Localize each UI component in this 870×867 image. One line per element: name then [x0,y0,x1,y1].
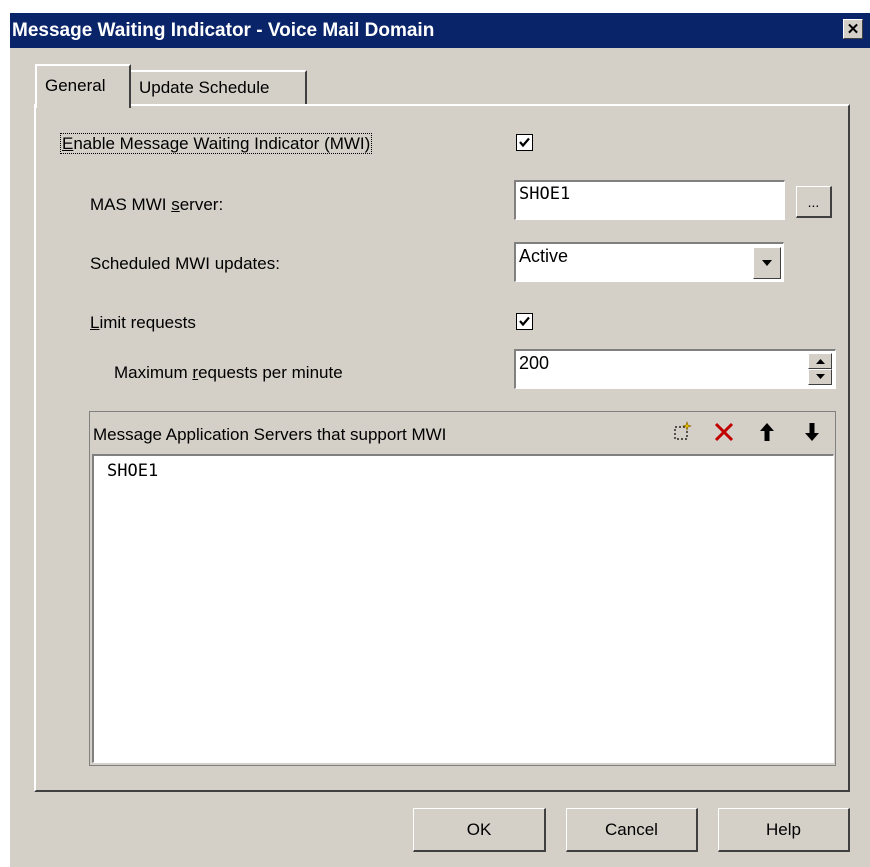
limit-requests-label: Limit requests [90,313,196,332]
move-down-icon[interactable] [802,421,822,443]
chevron-down-icon [762,260,772,266]
stepper-down-button[interactable] [808,369,832,385]
tab-update-schedule-label: Update Schedule [139,78,270,97]
scheduled-updates-value: Active [519,246,569,266]
enable-mwi-checkbox[interactable] [516,134,533,151]
checkmark-icon [519,316,530,327]
max-requests-stepper[interactable]: 200 [514,349,836,389]
ok-label: OK [466,819,492,839]
new-icon[interactable] [672,420,694,442]
cancel-label: Cancel [605,819,658,839]
delete-icon[interactable] [713,421,735,443]
up-arrow-icon [815,359,825,364]
move-up-icon[interactable] [757,421,777,443]
list-item[interactable]: SHOE1 [107,461,158,481]
scheduled-updates-label: Scheduled MWI updates: [90,254,280,273]
ok-button[interactable]: OK [413,808,546,852]
tab-general-label: General [45,76,106,95]
stepper-up-button[interactable] [808,353,832,369]
enable-mwi-label: Enable Message Waiting Indicator (MWI) [60,133,373,154]
limit-requests-checkbox[interactable] [516,313,533,330]
help-button[interactable]: Help [718,808,850,852]
close-button[interactable]: ✕ [843,19,863,39]
servers-list-header: Message Application Servers that support… [93,425,447,444]
checkmark-icon [519,137,530,148]
max-requests-value: 200 [519,353,550,373]
close-icon: ✕ [846,20,860,38]
tab-general[interactable]: General [35,64,131,108]
servers-list[interactable] [92,454,834,763]
mas-server-label: MAS MWI server: [90,195,224,214]
browse-label: ... [807,193,820,210]
help-label: Help [766,819,801,839]
window-title: Message Waiting Indicator - Voice Mail D… [12,20,435,41]
browse-server-button[interactable]: ... [796,186,832,218]
mas-server-value: SHOE1 [519,184,571,204]
tab-update-schedule[interactable]: Update Schedule [131,70,307,106]
down-arrow-icon [815,374,825,379]
cancel-button[interactable]: Cancel [566,808,698,852]
scheduled-updates-select[interactable]: Active [514,242,784,282]
dropdown-arrow-button[interactable] [753,247,781,279]
mas-server-input[interactable]: SHOE1 [514,180,785,220]
max-requests-label: Maximum requests per minute [114,363,343,382]
